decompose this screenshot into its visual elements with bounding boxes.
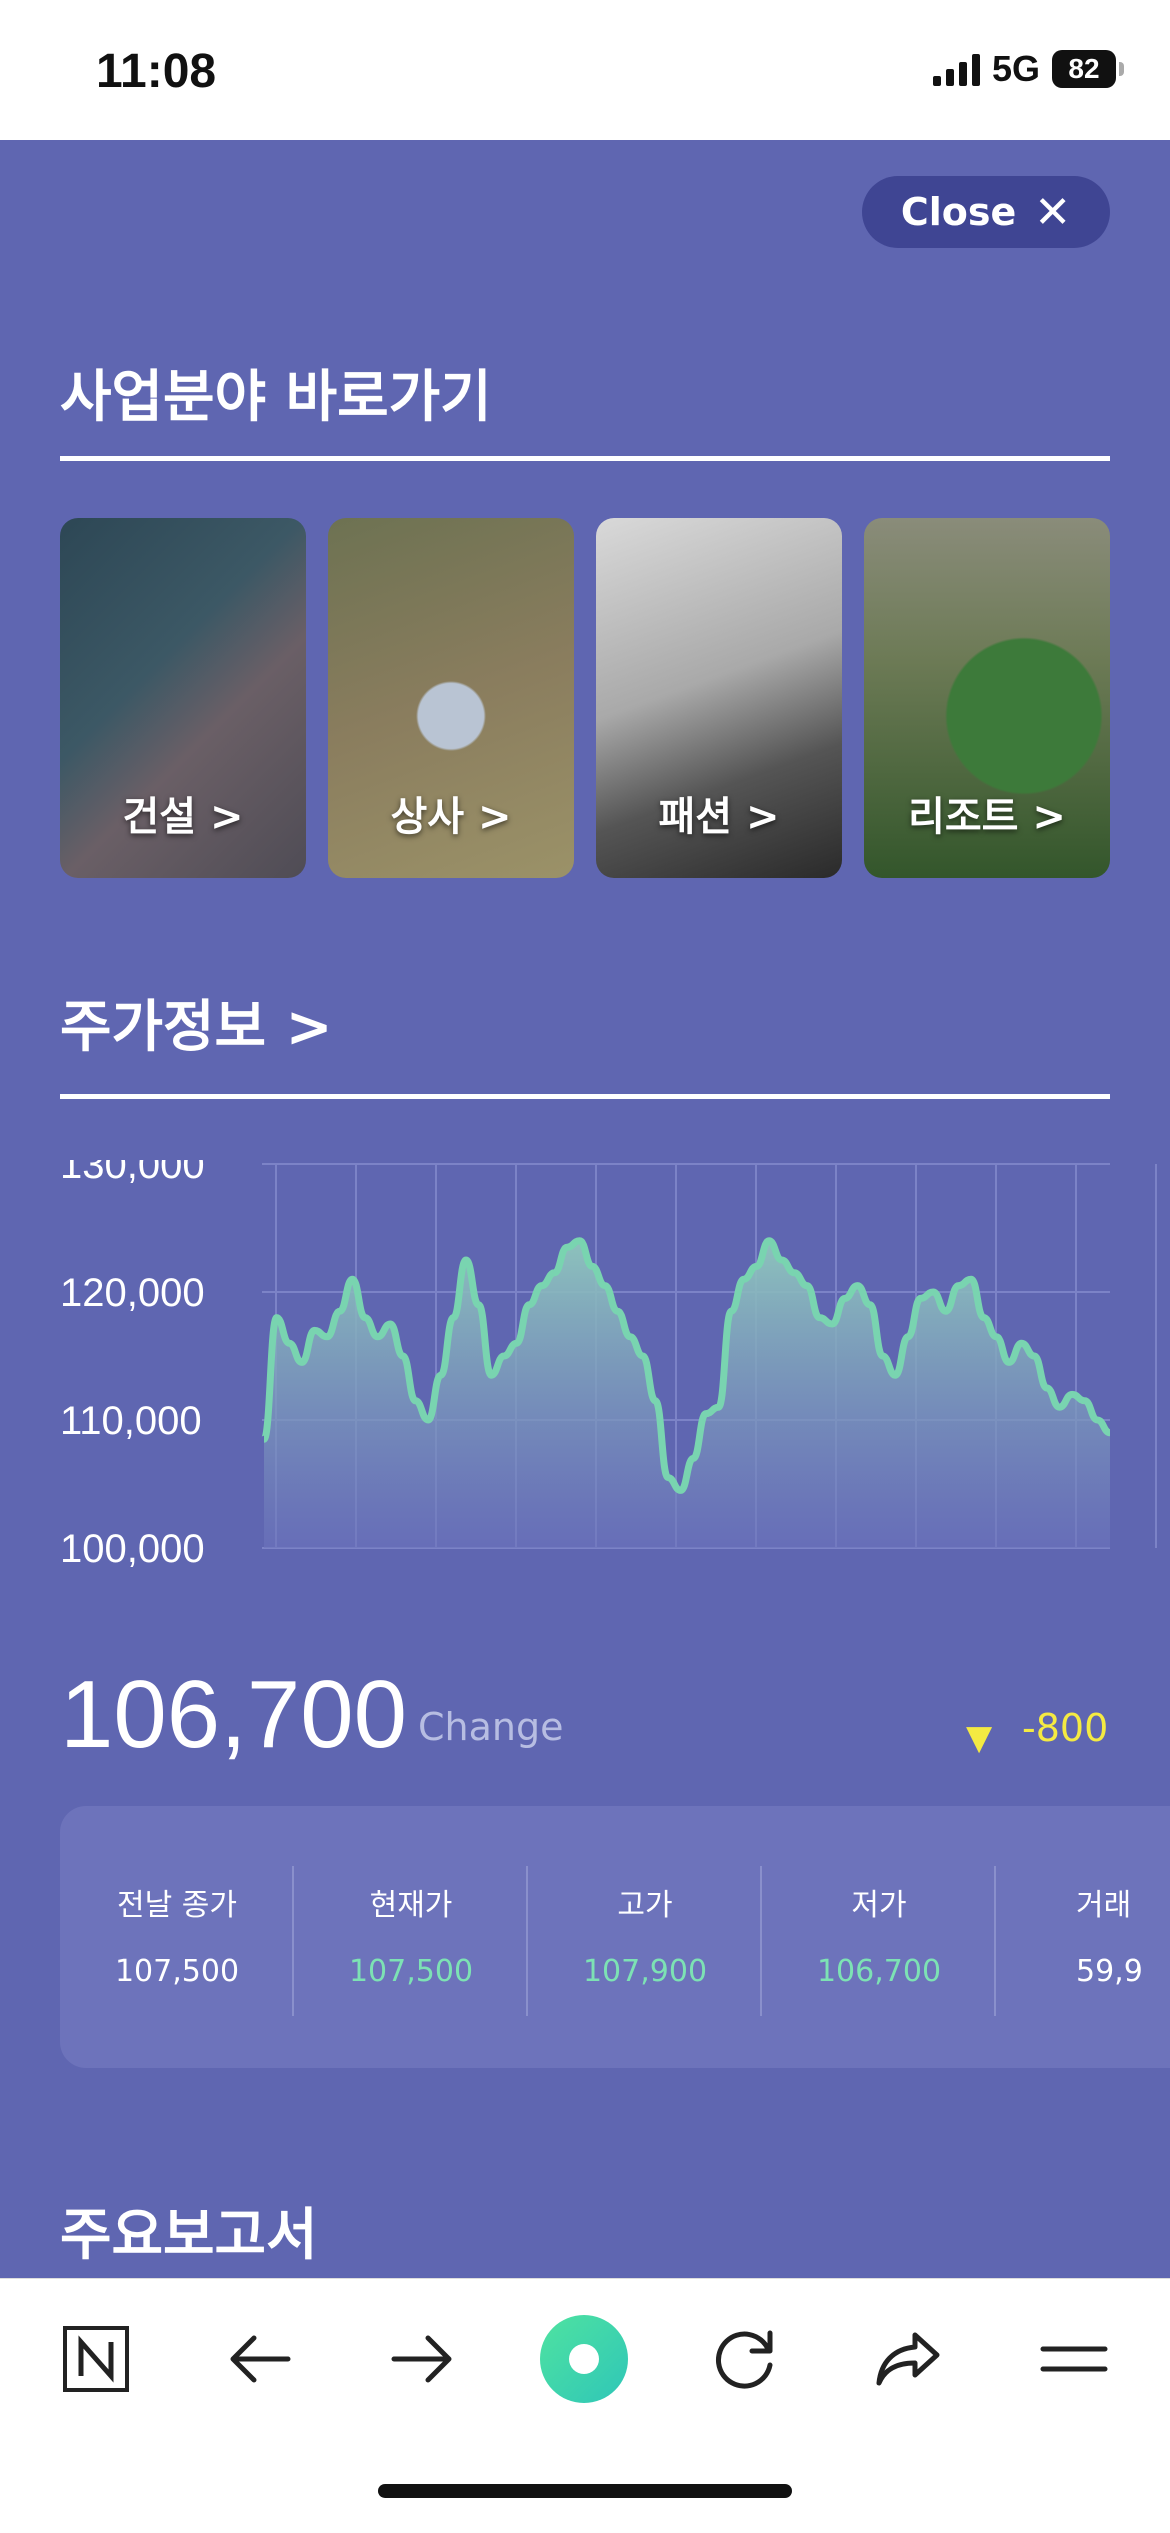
tile-label: 패션 > [658, 794, 780, 840]
tile-label: 상사 > [390, 794, 512, 840]
stock-chart: 130,000 120,000 110,000 100,000 [0, 1160, 1170, 1580]
stat-high: 고가 107,900 [528, 1806, 762, 2068]
current-price: 106,700 [60, 1661, 408, 1768]
stat-current: 현재가 107,500 [294, 1806, 528, 2068]
close-icon: ✕ [1034, 186, 1072, 238]
stock-chart-svg: 130,000 120,000 110,000 100,000 [60, 1160, 1157, 1571]
back-arrow-icon [230, 2335, 291, 2383]
refresh-icon [715, 2330, 773, 2389]
stat-low: 저가 106,700 [762, 1806, 996, 2068]
close-button-label: Close [900, 190, 1017, 234]
reports-section-title: 주요보고서 [60, 2203, 318, 2268]
home-circle-icon [540, 2315, 628, 2403]
forward-arrow-icon [391, 2335, 452, 2383]
tile-label: 리조트 > [908, 794, 1066, 840]
share-button[interactable] [858, 2309, 958, 2409]
n-logo-icon [63, 2326, 129, 2392]
tile-fashion[interactable]: 패션 > [596, 518, 842, 878]
y-tick-label: 100,000 [60, 1527, 205, 1571]
network-type: 5G [991, 48, 1040, 89]
menu-overlay: Close ✕ 사업분야 바로가기 건설 > 상사 > 패션 > 리조트 > 주… [0, 140, 1170, 2278]
stock-info-link[interactable]: 주가정보 > [60, 982, 333, 1063]
y-tick-label: 110,000 [60, 1399, 202, 1443]
chart-area [264, 1240, 1110, 1548]
share-icon [876, 2332, 940, 2386]
stat-label: 저가 [851, 1888, 907, 1923]
status-bar: 11:08 5G 82 [0, 0, 1170, 140]
battery-icon: 82 [1052, 50, 1124, 88]
home-indicator [378, 2484, 792, 2498]
tile-construction[interactable]: 건설 > [60, 518, 306, 878]
divider [60, 1094, 1110, 1099]
stat-value: 107,900 [582, 1954, 708, 1989]
tile-label: 건설 > [122, 794, 244, 840]
change-value: -800 [1022, 1706, 1109, 1750]
y-tick-label: 120,000 [60, 1271, 205, 1315]
change-label: Change [418, 1705, 564, 1749]
stat-label: 현재가 [369, 1888, 453, 1923]
business-section-title: 사업분야 바로가기 [60, 365, 492, 430]
stat-value: 107,500 [348, 1954, 474, 1989]
stat-label: 거래 [1076, 1888, 1132, 1923]
tile-trading[interactable]: 상사 > [328, 518, 574, 878]
signal-icon [932, 52, 980, 86]
forward-button[interactable] [372, 2309, 472, 2409]
close-button[interactable]: Close ✕ [862, 176, 1110, 248]
naver-home-button[interactable] [46, 2309, 146, 2409]
stock-stats-panel: 전날 종가 107,500 현재가 107,500 고가 107,900 저가 … [60, 1806, 1170, 2068]
tile-resort[interactable]: 리조트 > [864, 518, 1110, 878]
green-dot-button[interactable] [534, 2309, 634, 2409]
y-tick-label: 130,000 [60, 1160, 205, 1187]
menu-icon [1040, 2346, 1108, 2372]
back-button[interactable] [210, 2309, 310, 2409]
stat-value: 107,500 [114, 1954, 240, 1989]
refresh-button[interactable] [696, 2309, 796, 2409]
stat-prev-close: 전날 종가 107,500 [60, 1806, 294, 2068]
divider [60, 456, 1110, 461]
stat-value: 106,700 [816, 1954, 942, 1989]
stat-value: 59,9 [1076, 1954, 1143, 1989]
menu-button[interactable] [1024, 2309, 1124, 2409]
stat-label: 전날 종가 [117, 1888, 237, 1923]
status-time: 11:08 [96, 45, 217, 98]
stat-label: 고가 [617, 1888, 673, 1923]
stat-volume: 거래 59,9 [996, 1806, 1170, 2068]
business-tiles: 건설 > 상사 > 패션 > 리조트 > [60, 518, 1110, 878]
status-indicators: 5G 82 [932, 48, 1124, 90]
down-arrow-icon: ▼ [966, 1718, 993, 1758]
